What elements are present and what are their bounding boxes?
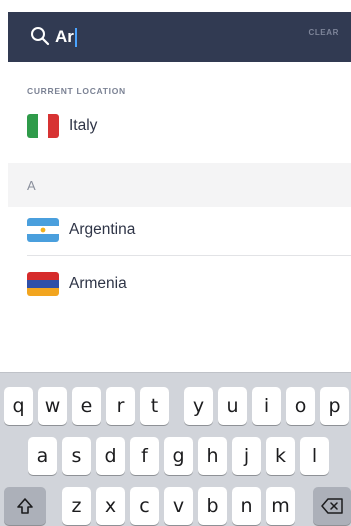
- key-w[interactable]: w: [38, 387, 67, 425]
- country-picker-screen: Ar CLEAR CURRENT LOCATION Italy A Argent…: [0, 0, 351, 526]
- country-name: Armenia: [69, 275, 127, 292]
- search-icon: [30, 26, 50, 46]
- key-i[interactable]: i: [252, 387, 281, 425]
- key-v[interactable]: v: [164, 487, 193, 525]
- delete-icon: [320, 497, 344, 515]
- current-location-country: Italy: [69, 117, 98, 134]
- country-name: Argentina: [69, 221, 136, 238]
- key-k[interactable]: k: [266, 437, 295, 475]
- key-p[interactable]: p: [320, 387, 349, 425]
- list-item[interactable]: Armenia: [0, 262, 351, 306]
- italy-flag-icon: [27, 114, 59, 138]
- key-h[interactable]: h: [198, 437, 227, 475]
- key-s[interactable]: s: [62, 437, 91, 475]
- list-item[interactable]: Argentina: [0, 208, 351, 252]
- key-j[interactable]: j: [232, 437, 261, 475]
- argentina-flag-icon: [27, 218, 59, 242]
- shift-icon: [15, 496, 35, 516]
- key-a[interactable]: a: [28, 437, 57, 475]
- section-letter: A: [27, 178, 36, 193]
- key-d[interactable]: d: [96, 437, 125, 475]
- key-l[interactable]: l: [300, 437, 329, 475]
- armenia-flag-icon: [27, 272, 59, 296]
- text-caret: [74, 27, 77, 47]
- key-b[interactable]: b: [198, 487, 227, 525]
- clear-button[interactable]: CLEAR: [308, 28, 339, 37]
- key-y[interactable]: y: [184, 387, 213, 425]
- section-header-a: A: [8, 163, 351, 207]
- key-r[interactable]: r: [106, 387, 135, 425]
- key-m[interactable]: m: [266, 487, 295, 525]
- key-x[interactable]: x: [96, 487, 125, 525]
- search-header: Ar CLEAR: [8, 12, 351, 62]
- onscreen-keyboard: q w e r t y u i o p a s d f g h j k l z …: [0, 372, 351, 526]
- key-n[interactable]: n: [232, 487, 261, 525]
- shift-key[interactable]: [4, 487, 46, 525]
- key-e[interactable]: e: [72, 387, 101, 425]
- key-c[interactable]: c: [130, 487, 159, 525]
- search-input[interactable]: Ar: [55, 23, 285, 51]
- row-divider: [27, 255, 351, 256]
- current-location-row[interactable]: Italy: [0, 104, 351, 148]
- current-location-label: CURRENT LOCATION: [27, 86, 126, 96]
- key-z[interactable]: z: [62, 487, 91, 525]
- key-u[interactable]: u: [218, 387, 247, 425]
- key-o[interactable]: o: [286, 387, 315, 425]
- key-f[interactable]: f: [130, 437, 159, 475]
- key-q[interactable]: q: [4, 387, 33, 425]
- key-t[interactable]: t: [140, 387, 169, 425]
- key-g[interactable]: g: [164, 437, 193, 475]
- delete-key[interactable]: [313, 487, 351, 525]
- search-query: Ar: [55, 27, 74, 46]
